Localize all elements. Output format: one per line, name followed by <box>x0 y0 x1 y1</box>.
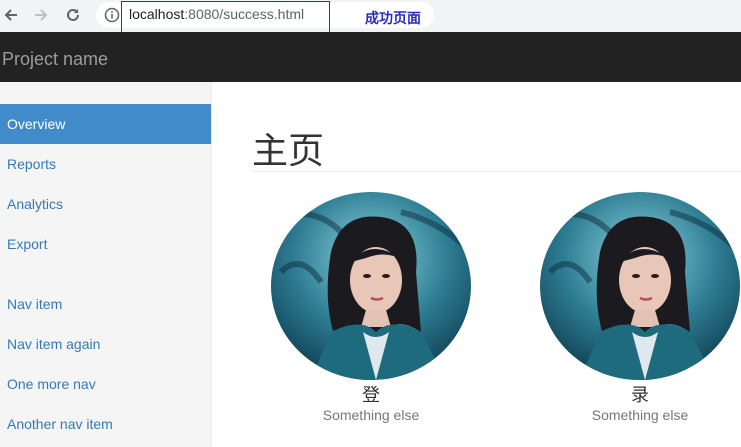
sidebar-item-reports[interactable]: Reports <box>0 144 211 184</box>
sidebar-item-one-more-nav[interactable]: One more nav <box>0 364 211 404</box>
arrow-right-icon <box>35 9 48 21</box>
main-content: 主页 登 Something else 录 Something else <box>212 82 741 447</box>
top-navbar: Project name <box>0 32 741 82</box>
placeholder-title: 录 <box>631 385 649 406</box>
sidebar-item-another-nav-item[interactable]: Another nav item <box>0 404 211 444</box>
avatar-image <box>540 192 740 380</box>
page-title: 主页 <box>252 131 325 172</box>
placeholder-card: 录 Something else <box>540 192 740 424</box>
header-divider <box>252 171 741 172</box>
arrow-left-icon <box>4 9 17 21</box>
sidebar-item-export[interactable]: Export <box>0 224 211 264</box>
portrait-image <box>271 192 471 380</box>
sidebar: Overview Reports Analytics Export Nav it… <box>0 82 212 447</box>
placeholder-card: 登 Something else <box>271 192 471 424</box>
placeholder-title: 登 <box>362 385 380 406</box>
avatar-image <box>271 192 471 380</box>
sidebar-item-nav-item[interactable]: Nav item <box>0 284 211 324</box>
url-path: :8080/success.html <box>184 6 305 22</box>
reload-icon <box>67 8 79 21</box>
url-text[interactable]: localhost:8080/success.html <box>129 6 304 22</box>
url-host: localhost <box>129 6 185 22</box>
placeholder-subtitle: Something else <box>591 407 689 423</box>
sidebar-item-analytics[interactable]: Analytics <box>0 184 211 224</box>
forward-button[interactable] <box>30 4 52 26</box>
back-button[interactable] <box>0 4 22 26</box>
placeholder-subtitle: Something else <box>322 407 420 423</box>
sidebar-item-overview[interactable]: Overview <box>0 104 211 144</box>
sidebar-item-nav-item-again[interactable]: Nav item again <box>0 324 211 364</box>
annotation-label: 成功页面 <box>365 11 421 27</box>
info-icon[interactable] <box>104 7 120 23</box>
brand-link[interactable]: Project name <box>2 49 108 70</box>
reload-button[interactable] <box>62 4 84 26</box>
portrait-image <box>540 192 740 380</box>
